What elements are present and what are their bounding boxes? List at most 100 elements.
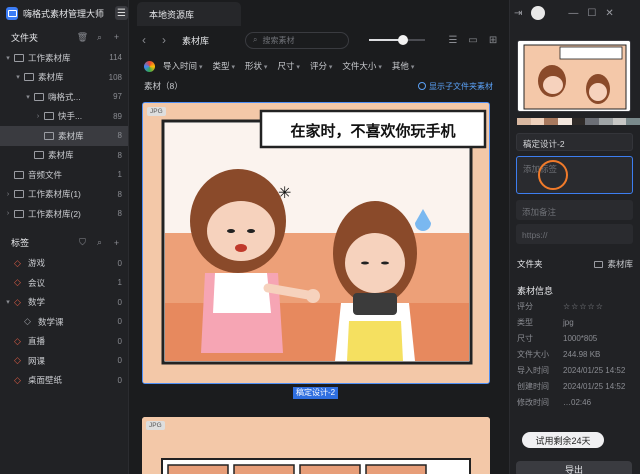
tag-label: 网课: [28, 355, 46, 366]
expand-arrow-icon[interactable]: ▾: [4, 298, 12, 306]
filter-dropdown[interactable]: 类型: [212, 60, 234, 72]
exit-icon[interactable]: ⇥: [514, 8, 522, 19]
breadcrumb[interactable]: 素材库: [182, 34, 209, 47]
filter-dropdown[interactable]: 其他: [392, 60, 414, 72]
tag-item[interactable]: ◇ 网课 0: [0, 351, 128, 371]
sort-icon[interactable]: ☰: [447, 35, 459, 46]
folder-item[interactable]: 音频文件 1: [0, 165, 128, 185]
folder-label: 工作素材库(2): [28, 208, 81, 219]
add-folder-icon[interactable]: +: [111, 32, 122, 43]
folder-item[interactable]: ▾ 素材库 108: [0, 68, 128, 88]
filter-dropdown[interactable]: 尺寸: [277, 60, 299, 72]
monitor-icon[interactable]: ▭: [467, 35, 479, 46]
comic-image: [142, 417, 490, 474]
expand-arrow-icon[interactable]: ▾: [14, 73, 22, 81]
tag-item[interactable]: ▾ ◇ 数学 0: [0, 293, 128, 313]
asset-card[interactable]: JPG 在家时，不喜欢你玩手机 ✳: [142, 102, 490, 384]
avatar[interactable]: [531, 6, 546, 20]
name-field[interactable]: 稿定设计-2: [516, 133, 633, 151]
tag-count: 0: [117, 258, 122, 268]
folder-icon: [14, 209, 24, 218]
expand-arrow-icon[interactable]: ›: [4, 210, 12, 217]
info-row: 修改时间 …02:46: [510, 394, 640, 410]
info-key: 创建时间: [517, 381, 549, 391]
bookmark-icon[interactable]: ⛉: [77, 237, 88, 248]
folder-link[interactable]: 素材库: [594, 258, 633, 270]
folders-header: 文件夹 🗑 ⌕ +: [0, 26, 128, 48]
search-icon[interactable]: ⌕: [94, 237, 105, 248]
zoom-slider[interactable]: [369, 35, 426, 45]
trial-badge[interactable]: 试用剩余24天: [522, 432, 604, 448]
main-area: 本地资源库 ‹ › 素材库 ⌕ 搜索素材 ☰ ▭ ⊞ 导入时间类型形状尺寸评分文…: [130, 0, 508, 474]
filter-dropdown[interactable]: 导入时间: [163, 60, 202, 72]
layout-grid-icon[interactable]: ⊞: [487, 35, 499, 46]
expand-arrow-icon[interactable]: ›: [34, 113, 42, 120]
folder-icon: [24, 73, 34, 82]
folder-item[interactable]: › 工作素材库(1) 8: [0, 185, 128, 205]
expand-arrow-icon[interactable]: ▾: [4, 54, 12, 62]
tag-item[interactable]: ◇ 会议 1: [0, 273, 128, 293]
expand-arrow-icon[interactable]: ▾: [24, 93, 32, 101]
folder-icon: [44, 112, 54, 121]
tag-label: 直播: [28, 336, 46, 347]
tags-header: 标签 ⛉ ⌕ +: [0, 232, 128, 254]
palette-swatch[interactable]: [599, 118, 613, 125]
palette-swatch[interactable]: [517, 118, 531, 125]
export-button[interactable]: 导出: [516, 461, 632, 474]
filename-label[interactable]: 稿定设计-2: [293, 387, 339, 399]
folder-item[interactable]: 素材库 8: [0, 146, 128, 166]
expand-arrow-icon[interactable]: ›: [4, 191, 12, 198]
folder-count: 114: [109, 53, 122, 63]
close-icon[interactable]: ✕: [605, 8, 613, 19]
folder-item[interactable]: ▾ 嗨格式... 97: [0, 87, 128, 107]
folder-icon: [34, 92, 44, 101]
folder-item[interactable]: 素材库 8: [0, 126, 128, 146]
trash-icon[interactable]: 🗑: [77, 32, 88, 43]
palette-swatch[interactable]: [612, 118, 627, 125]
color-filter-icon[interactable]: [144, 60, 155, 72]
info-value: …02:46: [563, 397, 592, 407]
maximize-icon[interactable]: ☐: [587, 8, 596, 19]
tag-item[interactable]: ◇ 桌面壁纸 0: [0, 371, 128, 391]
hamburger-menu-icon[interactable]: ☰: [115, 6, 128, 20]
tag-input[interactable]: 添加标签: [516, 156, 633, 194]
asset-card[interactable]: JPG: [142, 417, 490, 474]
palette-swatch[interactable]: [558, 118, 572, 125]
palette-swatch[interactable]: [626, 118, 640, 125]
info-value[interactable]: ☆☆☆☆☆: [563, 302, 604, 311]
palette-swatch[interactable]: [544, 118, 559, 125]
forward-icon[interactable]: ›: [158, 33, 170, 47]
palette-swatch[interactable]: [530, 118, 545, 125]
filter-dropdown[interactable]: 形状: [245, 60, 267, 72]
tag-item[interactable]: ◇ 游戏 0: [0, 254, 128, 274]
folder-item[interactable]: › 快手... 89: [0, 107, 128, 127]
palette-swatch[interactable]: [585, 118, 600, 125]
tab-local-library[interactable]: 本地资源库: [137, 2, 241, 26]
search-icon[interactable]: ⌕: [94, 32, 105, 43]
folder-tree: ▾ 工作素材库 114 ▾ 素材库 108 ▾ 嗨格式... 97 › 快手... 89 素材库 8 素材库…: [0, 48, 128, 224]
info-value: 244.98 KB: [563, 349, 601, 359]
show-subfolder-toggle[interactable]: 显示子文件夹素材: [418, 81, 493, 92]
tag-item[interactable]: ◇ 数学课 0: [0, 312, 128, 332]
preview-image: [518, 41, 630, 111]
folder-item[interactable]: › 工作素材库(2) 8: [0, 204, 128, 224]
tag-item[interactable]: ◇ 直播 0: [0, 332, 128, 352]
filter-dropdown[interactable]: 评分: [310, 60, 332, 72]
tag-label: 游戏: [28, 258, 46, 269]
filter-dropdown[interactable]: 文件大小: [342, 60, 381, 72]
info-list: 评分 ☆☆☆☆☆ 类型 jpg 尺寸 1000*805 文件大小 244.98 KB 导入时间 2…: [510, 298, 640, 410]
palette-swatch[interactable]: [571, 118, 586, 125]
add-tag-icon[interactable]: +: [111, 237, 122, 248]
back-icon[interactable]: ‹: [138, 33, 150, 47]
search-icon: ⌕: [253, 35, 258, 44]
tag-label: 会议: [28, 277, 46, 288]
info-row: 类型 jpg: [510, 314, 640, 330]
info-title: 素材信息: [517, 285, 554, 296]
url-input[interactable]: https://: [516, 224, 633, 244]
search-input[interactable]: ⌕ 搜索素材: [245, 31, 350, 49]
nav-bar: ‹ › 素材库 ⌕ 搜索素材 ☰ ▭ ⊞: [130, 26, 508, 54]
minimize-icon[interactable]: —: [568, 8, 578, 19]
note-input[interactable]: 添加备注: [516, 200, 633, 220]
zoom-knob[interactable]: [397, 35, 408, 45]
folder-item[interactable]: ▾ 工作素材库 114: [0, 48, 128, 68]
